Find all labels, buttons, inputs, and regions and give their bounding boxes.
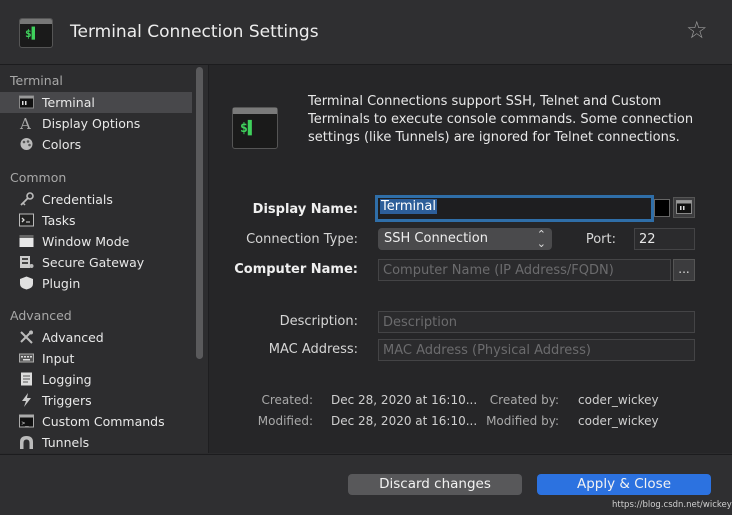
created-value: Dec 28, 2020 at 16:10... <box>331 393 478 407</box>
modified-label: Modified: <box>257 414 313 428</box>
plugin-icon <box>20 276 33 290</box>
font-icon: A <box>19 116 31 130</box>
terminal-app-icon: $▌ <box>19 18 53 48</box>
keyboard-icon <box>19 353 34 363</box>
command-icon: >_ <box>19 414 34 428</box>
modified-by-value: coder_wickey <box>578 414 659 428</box>
sidebar-heading-advanced: Advanced <box>10 308 72 323</box>
log-icon <box>21 372 32 386</box>
sidebar-item-tunnels[interactable]: Tunnels <box>0 432 192 453</box>
color-swatch-button[interactable] <box>654 199 670 217</box>
window-title: Terminal Connection Settings <box>70 22 319 42</box>
key-icon <box>20 192 34 206</box>
title-bar: $▌ Terminal Connection Settings ☆ <box>0 0 732 65</box>
settings-panel: $▌ Terminal Connections support SSH, Tel… <box>209 65 732 453</box>
svg-text:>_: >_ <box>22 420 30 427</box>
sidebar-item-display-options[interactable]: A Display Options <box>0 113 192 134</box>
mac-address-field[interactable]: MAC Address (Physical Address) <box>378 339 695 361</box>
sidebar: Terminal Terminal A Display Options Colo… <box>0 65 209 453</box>
sidebar-item-colors[interactable]: Colors <box>0 134 192 155</box>
window-icon <box>19 235 34 247</box>
computer-name-field[interactable]: Computer Name (IP Address/FQDN) <box>378 259 671 281</box>
sidebar-item-custom-commands[interactable]: >_ Custom Commands <box>0 411 192 432</box>
watermark-text: https://blog.csdn.net/wickey713 <box>612 500 732 510</box>
port-label: Port: <box>585 232 616 247</box>
mac-address-label: MAC Address: <box>268 342 358 357</box>
sidebar-item-secure-gateway[interactable]: Secure Gateway <box>0 252 192 273</box>
created-by-value: coder_wickey <box>578 393 659 407</box>
sidebar-heading-terminal: Terminal <box>10 73 63 88</box>
created-label: Created: <box>261 393 313 407</box>
sidebar-heading-common: Common <box>10 170 67 185</box>
terminal-icon <box>19 95 34 109</box>
sidebar-item-plugin[interactable]: Plugin <box>0 273 192 294</box>
lightning-icon <box>22 393 31 407</box>
sidebar-item-triggers[interactable]: Triggers <box>0 390 192 411</box>
discard-changes-button[interactable]: Discard changes <box>348 474 522 495</box>
terminal-icon <box>676 200 692 214</box>
chevron-updown-icon: ⌃ ⌄ <box>536 228 546 250</box>
sidebar-item-terminal[interactable]: Terminal <box>0 92 192 113</box>
sidebar-item-credentials[interactable]: Credentials <box>0 189 192 210</box>
apply-close-button[interactable]: Apply & Close <box>537 474 711 495</box>
description-label: Description: <box>279 314 358 329</box>
created-by-label: Created by: <box>489 393 559 407</box>
gateway-icon <box>20 256 34 268</box>
display-name-field[interactable]: Terminal <box>375 195 654 222</box>
sidebar-item-input[interactable]: Input <box>0 348 192 369</box>
svg-text:A: A <box>19 116 31 130</box>
computer-name-label: Computer Name: <box>234 262 358 277</box>
port-field[interactable]: 22 <box>634 228 695 250</box>
star-icon[interactable]: ☆ <box>686 18 708 42</box>
display-name-label: Display Name: <box>252 202 358 217</box>
tools-icon <box>20 330 33 344</box>
connection-type-label: Connection Type: <box>246 232 358 247</box>
description-text: Terminal Connections support SSH, Telnet… <box>308 94 694 145</box>
browse-button[interactable]: ... <box>673 259 695 281</box>
tasks-icon <box>19 213 34 227</box>
footer-bar: Discard changes Apply & Close https://bl… <box>0 454 732 515</box>
tunnel-icon <box>20 436 33 449</box>
sidebar-scrollbar[interactable] <box>196 67 203 359</box>
terminal-large-icon: $▌ <box>232 107 278 149</box>
sidebar-item-window-mode[interactable]: Window Mode <box>0 231 192 252</box>
connection-type-select[interactable]: SSH Connection ⌃ ⌄ <box>378 228 552 250</box>
sidebar-item-logging[interactable]: Logging <box>0 369 192 390</box>
description-field[interactable]: Description <box>378 311 695 333</box>
sidebar-item-tasks[interactable]: Tasks <box>0 210 192 231</box>
modified-by-label: Modified by: <box>486 414 559 428</box>
modified-value: Dec 28, 2020 at 16:10... <box>331 414 478 428</box>
sidebar-item-advanced[interactable]: Advanced <box>0 327 192 348</box>
palette-icon <box>20 138 33 150</box>
terminal-icon-picker[interactable] <box>673 197 695 218</box>
